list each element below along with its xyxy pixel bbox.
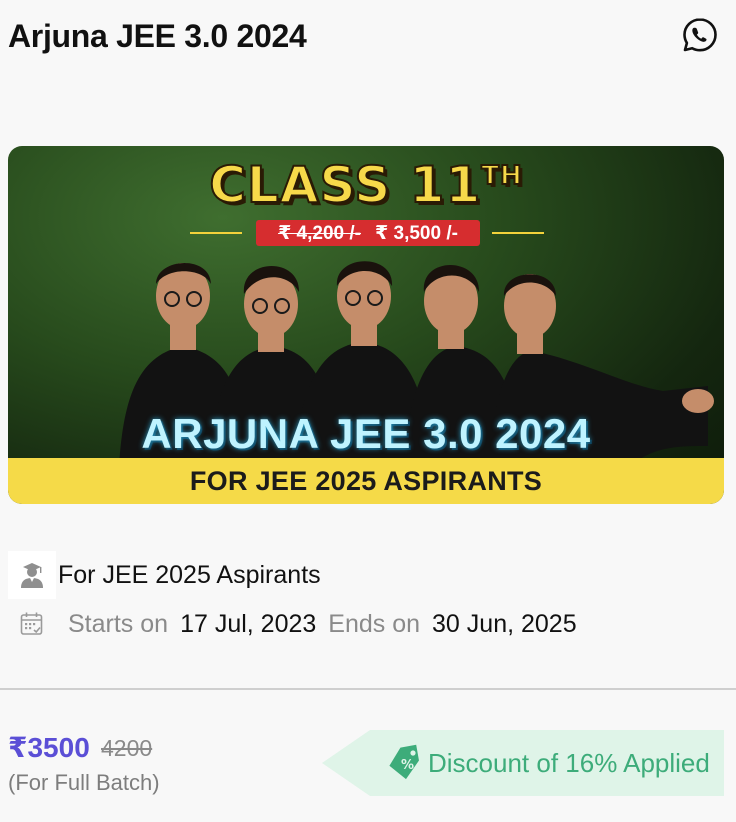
banner-course-name: ARJUNA JEE 3.0 2024 xyxy=(141,410,591,457)
page-title: Arjuna JEE 3.0 2024 xyxy=(8,18,307,54)
banner-class-title: CLASS 11TH xyxy=(208,155,523,215)
whatsapp-icon xyxy=(683,18,717,52)
banner-old-price: ₹ 4,200 /- xyxy=(278,222,361,244)
banner-rule-left xyxy=(190,232,242,234)
course-banner-image: CLASS 11TH ₹ 4,200 /- ₹ 3,500 /- ARJUNA … xyxy=(8,146,724,504)
banner-new-price: ₹ 3,500 /- xyxy=(375,222,458,244)
banner-rule-right xyxy=(492,232,544,234)
end-date: 30 Jun, 2025 xyxy=(432,609,577,638)
audience-text: For JEE 2025 Aspirants xyxy=(58,560,321,589)
student-icon xyxy=(21,563,43,588)
price-note: (For Full Batch) xyxy=(8,770,160,795)
section-divider xyxy=(0,688,736,690)
svg-text:%: % xyxy=(401,758,414,773)
current-price: ₹3500 xyxy=(8,732,90,763)
page-header: Arjuna JEE 3.0 2024 xyxy=(0,0,736,80)
starts-label: Starts on xyxy=(68,609,169,638)
ends-label: Ends on xyxy=(328,609,421,638)
schedule-row: Starts on 17 Jul, 2023 Ends on 30 Jun, 2… xyxy=(8,604,577,644)
discount-badge[interactable]: % Discount of 16% Applied xyxy=(322,730,724,796)
calendar-icon-box xyxy=(8,604,56,644)
audience-row: For JEE 2025 Aspirants xyxy=(8,551,321,599)
calendar-icon xyxy=(20,612,43,635)
discount-tag-icon: % xyxy=(389,744,419,780)
discount-text: Discount of 16% Applied xyxy=(428,748,710,778)
audience-icon-box xyxy=(8,551,56,599)
original-price: 4200 xyxy=(101,735,153,761)
start-date: 17 Jul, 2023 xyxy=(180,609,317,638)
banner-price-box: ₹ 4,200 /- ₹ 3,500 /- xyxy=(256,220,480,246)
banner-audience-strip: FOR JEE 2025 ASPIRANTS xyxy=(8,458,724,504)
whatsapp-share-button[interactable] xyxy=(680,15,720,55)
